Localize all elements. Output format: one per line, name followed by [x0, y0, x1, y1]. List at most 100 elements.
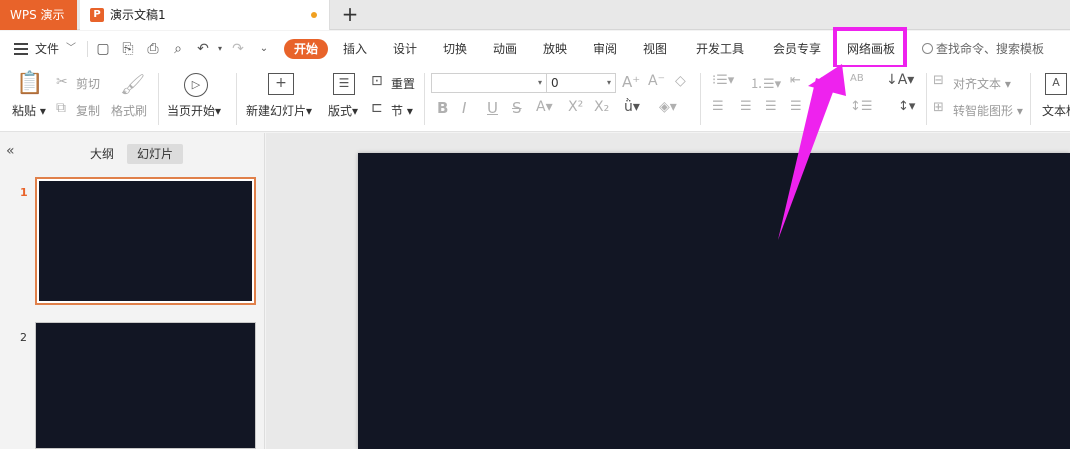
layout-icon[interactable]: ☰ [333, 73, 355, 95]
underline-icon[interactable]: U [487, 99, 498, 117]
layout-button[interactable]: 版式▾ [328, 102, 358, 119]
copy-icon[interactable]: ⧉ [56, 100, 66, 116]
increase-font-icon[interactable]: A⁺ [622, 73, 640, 91]
app-tab[interactable]: WPS 演示 [0, 0, 77, 30]
tab-developer[interactable]: 开发工具 [696, 31, 744, 67]
textbox-icon[interactable]: A [1045, 73, 1067, 95]
ribbon-toolbar: 📋 粘贴 ▾ ✂ 剪切 ⧉ 复制 🖌 格式刷 ▷ 当页开始▾ + 新建幻灯片▾ … [0, 67, 1070, 132]
smartart-icon[interactable]: ⊞ [933, 100, 944, 115]
print-icon[interactable]: ⎙ [145, 41, 161, 57]
section-icon[interactable]: ⊏ [371, 100, 383, 116]
tab-design[interactable]: 设计 [393, 31, 417, 67]
tab-review[interactable]: 审阅 [593, 31, 617, 67]
section-button[interactable]: 节 ▾ [391, 102, 413, 119]
file-menu[interactable]: 文件 [35, 31, 59, 67]
save-icon[interactable]: ▢ [95, 41, 111, 57]
copy-button[interactable]: 复制 [76, 102, 100, 119]
print-preview-icon[interactable]: ⌕ [170, 41, 186, 57]
font-size-select[interactable]: 0 ▾ [546, 73, 616, 93]
phonetic-icon[interactable]: ǜ▾ [624, 99, 640, 115]
tab-insert[interactable]: 插入 [343, 31, 367, 67]
text-spacing-icon[interactable]: AB [850, 73, 864, 84]
superscript-icon[interactable]: X² [568, 99, 583, 115]
undo-icon[interactable]: ↶ [195, 41, 211, 57]
tab-home[interactable]: 开始 [284, 39, 328, 59]
divider [236, 73, 237, 125]
tab-member[interactable]: 会员专享 [773, 31, 821, 67]
slide-thumbnail[interactable] [35, 177, 256, 305]
new-slide-icon[interactable]: + [268, 73, 294, 95]
unsaved-indicator-icon [311, 12, 317, 18]
divider [1030, 73, 1031, 125]
font-color-icon[interactable]: A▾ [536, 99, 553, 115]
justify-icon[interactable]: ☰ [790, 99, 802, 114]
hamburger-icon[interactable] [14, 43, 28, 55]
divider [700, 73, 701, 125]
align-text-button[interactable]: 对齐文本 ▾ [953, 75, 1011, 92]
textbox-button[interactable]: 文本框 [1042, 102, 1070, 119]
new-tab-button[interactable]: + [338, 2, 362, 28]
align-center-icon[interactable]: ☰ [740, 99, 752, 114]
tab-slides[interactable]: 幻灯片 [127, 144, 183, 164]
cut-button[interactable]: 剪切 [76, 75, 100, 92]
numbered-list-icon[interactable]: ⒈☰▾ [750, 73, 781, 92]
scissors-icon[interactable]: ✂ [56, 74, 68, 90]
tab-slideshow[interactable]: 放映 [543, 31, 567, 67]
collapse-panel-icon[interactable]: « [6, 143, 15, 159]
strikethrough-icon[interactable]: S [512, 99, 522, 117]
customize-toolbar-icon[interactable]: ⌄ [256, 41, 272, 57]
align-right-icon[interactable]: ☰ [765, 99, 777, 114]
convert-smartart-button[interactable]: 转智能图形 ▾ [953, 102, 1023, 119]
reset-button[interactable]: 重置 [391, 75, 415, 92]
format-painter-icon[interactable]: 🖌 [120, 71, 145, 97]
tab-outline[interactable]: 大纲 [90, 145, 114, 162]
chevron-down-icon[interactable]: ﹀ [66, 31, 76, 67]
divider [926, 73, 927, 125]
tab-animation[interactable]: 动画 [493, 31, 517, 67]
search-label: 查找命令、搜索模板 [936, 42, 1045, 56]
current-slide[interactable] [358, 153, 1070, 449]
decrease-indent-icon[interactable]: ⇤ [790, 73, 801, 88]
paste-icon[interactable]: 📋 [16, 71, 43, 97]
bold-icon[interactable]: B [437, 99, 448, 117]
tab-view[interactable]: 视图 [643, 31, 667, 67]
new-slide-button[interactable]: 新建幻灯片▾ [246, 102, 312, 119]
decrease-font-icon[interactable]: A⁻ [648, 73, 665, 89]
annotation-highlight-box [833, 27, 907, 69]
divider [158, 73, 159, 125]
text-direction-icon[interactable]: ↓A▾ [886, 72, 914, 88]
play-from-current-button[interactable]: 当页开始▾ [167, 102, 221, 119]
paragraph-spacing-icon[interactable]: ↕▾ [898, 99, 915, 114]
divider [87, 41, 88, 57]
document-tab[interactable]: P 演示文稿1 [80, 0, 330, 30]
redo-icon[interactable]: ↷ [230, 41, 246, 57]
export-pdf-icon[interactable]: ⎘ [120, 41, 136, 57]
menu-bar: 文件 ﹀ ▢ ⎘ ⎙ ⌕ ↶ ▾ ↷ ⌄ 开始 插入 设计 切换 动画 放映 审… [0, 31, 1070, 67]
font-family-select[interactable]: ▾ [431, 73, 547, 93]
increase-indent-icon[interactable]: ⇥ [815, 73, 826, 88]
format-painter-button[interactable]: 格式刷 [111, 102, 147, 119]
presentation-icon: P [90, 8, 104, 22]
italic-icon[interactable]: I [462, 99, 466, 117]
align-left-icon[interactable]: ☰ [712, 99, 724, 114]
command-search[interactable]: 查找命令、搜索模板 [922, 31, 1044, 67]
slide-thumbnail[interactable] [35, 322, 256, 449]
slide-number: 1 [20, 186, 28, 199]
slide-panel: « 大纲 幻灯片 1 2 [0, 133, 265, 449]
distribute-icon[interactable]: ☰ [815, 99, 827, 114]
highlight-icon[interactable]: ◈▾ [659, 99, 677, 115]
bullet-list-icon[interactable]: ⁝☰▾ [712, 73, 734, 88]
line-spacing-icon[interactable]: ↕☰ [850, 99, 873, 114]
play-icon[interactable]: ▷ [184, 73, 208, 97]
subscript-icon[interactable]: X₂ [594, 99, 609, 115]
undo-dropdown-icon[interactable]: ▾ [212, 41, 228, 57]
document-title: 演示文稿1 [110, 8, 166, 22]
align-text-icon[interactable]: ⊟ [933, 73, 944, 88]
reset-icon[interactable]: ⊡ [371, 73, 383, 89]
divider [424, 73, 425, 125]
title-bar: WPS 演示 P 演示文稿1 + [0, 0, 1070, 30]
clear-format-icon[interactable]: ◇ [675, 73, 686, 89]
paste-button[interactable]: 粘贴 ▾ [12, 102, 46, 119]
editing-canvas [266, 133, 1070, 449]
tab-transitions[interactable]: 切换 [443, 31, 467, 67]
